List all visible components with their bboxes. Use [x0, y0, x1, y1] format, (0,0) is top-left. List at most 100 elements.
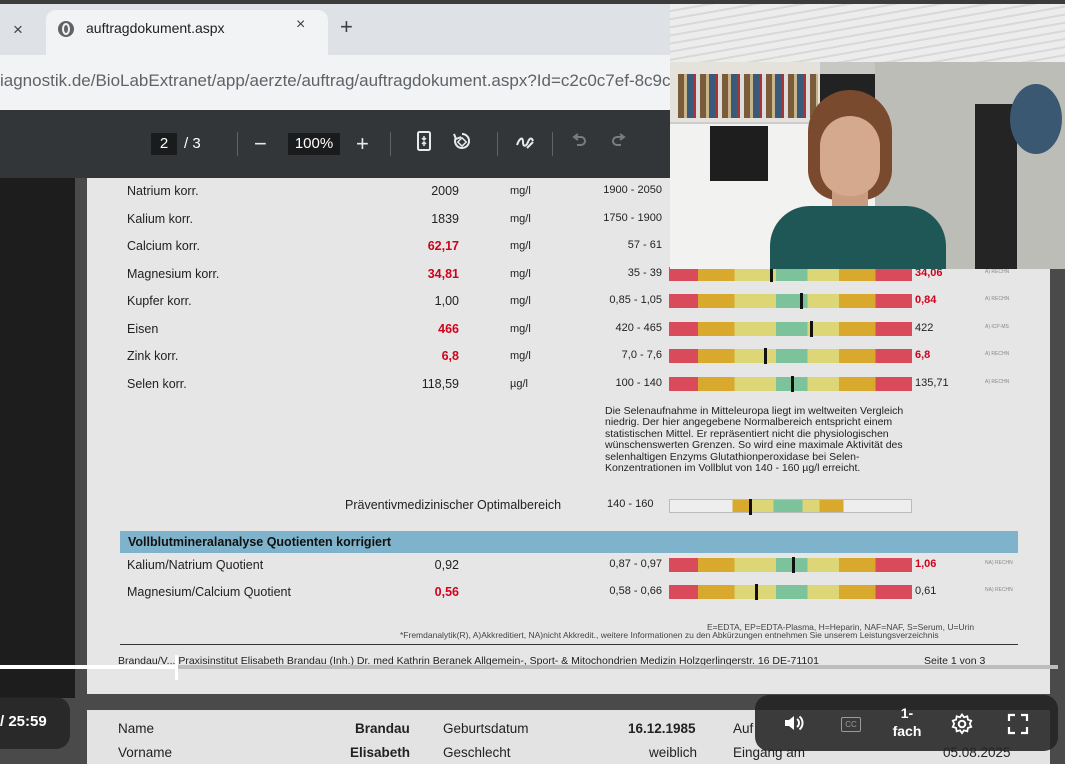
quotient-value: 0,92: [434, 558, 459, 572]
toolbar-divider: [552, 132, 553, 156]
toolbar-divider: [390, 132, 391, 156]
sex-label: Geschlecht: [443, 745, 511, 760]
result-previous-value: 135,71: [915, 377, 949, 389]
result-name: Calcium korr.: [127, 239, 200, 253]
result-unit: µg/l: [510, 378, 528, 390]
result-row: Kupfer korr. 1,00 mg/l 0,85 - 1,05 0,84 A) RE…: [87, 288, 1050, 315]
quotient-method: NA) RECHN: [985, 587, 1013, 593]
result-row: Eisen 466 mg/l 420 - 465 422 A) ICP-MS: [87, 316, 1050, 343]
result-marker: [763, 348, 767, 364]
result-name: Zink korr.: [127, 349, 179, 363]
sidebar-area: [0, 178, 75, 698]
result-range: 1750 - 1900: [603, 212, 662, 224]
result-value: 466: [438, 322, 459, 336]
quotient-row: Kalium/Natrium Quotient 0,92 0,87 - 0,97 1,…: [87, 552, 1050, 579]
optimal-range-value: 140 - 160: [607, 498, 654, 510]
result-range: 57 - 61: [627, 239, 662, 251]
optimal-range-bar: [669, 499, 912, 515]
page-number-input[interactable]: 2: [151, 133, 177, 155]
result-name: Kupfer korr.: [127, 294, 192, 308]
fullscreen-icon[interactable]: [1007, 713, 1029, 740]
firstname-value: Elisabeth: [350, 745, 411, 760]
selen-note: Die Selenaufnahme in Mitteleuropa liegt …: [605, 405, 904, 475]
result-row: Zink korr. 6,8 mg/l 7,0 - 7,6 6,8 A) RECHN: [87, 343, 1050, 370]
result-unit: mg/l: [510, 323, 531, 335]
fit-page-icon[interactable]: [414, 130, 434, 160]
captions-button[interactable]: CC: [841, 717, 861, 732]
result-name: Natrium korr.: [127, 184, 199, 198]
exercise-ball: [1010, 84, 1062, 154]
result-name: Kalium korr.: [127, 212, 193, 226]
ceiling: [670, 4, 1065, 62]
active-tab[interactable]: auftragdokument.aspx ×: [46, 10, 328, 55]
result-range: 35 - 39: [627, 267, 662, 279]
result-previous-value: 0,84: [915, 294, 937, 306]
result-range-bar: [669, 376, 912, 392]
globe-icon: [58, 21, 74, 37]
quotient-marker: [755, 584, 759, 600]
storage-box: [710, 126, 768, 181]
presenter-shirt: [770, 206, 946, 269]
name-label: Name: [118, 721, 155, 736]
url-text[interactable]: iagnostik.de/BioLabExtranet/app/aerzte/a…: [0, 71, 671, 91]
result-marker: [800, 293, 804, 309]
new-tab-button[interactable]: +: [340, 14, 353, 40]
rotate-icon[interactable]: [451, 130, 473, 160]
sex-value: weiblich: [649, 745, 698, 760]
divider: [120, 644, 1018, 645]
previous-tab-close-button[interactable]: ×: [6, 18, 30, 42]
result-previous-value: 6,8: [915, 349, 931, 361]
result-marker: [790, 376, 794, 392]
tab-close-button[interactable]: ×: [296, 16, 305, 34]
result-range: 420 - 465: [615, 322, 662, 334]
result-unit: mg/l: [510, 268, 531, 280]
toolbar-divider: [497, 132, 498, 156]
zoom-level-input[interactable]: 100%: [288, 133, 340, 155]
quotient-marker: [791, 557, 795, 573]
pdf-toolbar: 2 / 3 − 100% +: [0, 110, 670, 178]
result-range-bar: [669, 321, 912, 337]
duration-text: / 25:59: [0, 713, 47, 730]
result-method: A) ICP-MS: [985, 324, 1009, 330]
toolbar-divider: [237, 132, 238, 156]
zoom-in-button[interactable]: +: [356, 130, 369, 158]
zoom-out-button[interactable]: −: [254, 130, 267, 158]
result-previous-value: 422: [915, 322, 934, 334]
name-value: Brandau: [355, 721, 410, 736]
result-unit: mg/l: [510, 240, 531, 252]
presenter-face: [820, 116, 880, 196]
legend-line: *Fremdanalytik(R), A)Akkreditiert, NA)ni…: [400, 630, 939, 640]
result-unit: mg/l: [510, 350, 531, 362]
result-range-bar: [669, 266, 912, 282]
seek-bar-progress: [0, 665, 176, 669]
result-name: Eisen: [127, 322, 159, 336]
auftrag-label: Auf: [733, 721, 754, 736]
result-range: 100 - 140: [615, 377, 662, 389]
playback-speed-button[interactable]: 1- fach: [885, 704, 929, 740]
page-total: / 3: [184, 135, 201, 152]
volume-icon[interactable]: [783, 713, 805, 738]
quotient-range: 0,58 - 0,66: [609, 585, 662, 597]
quotient-method: NA) RECHN: [985, 560, 1013, 566]
quotient-row: Magnesium/Calcium Quotient 0,56 0,58 - 0,6…: [87, 579, 1050, 606]
gear-icon[interactable]: [951, 712, 973, 740]
result-marker: [810, 321, 814, 337]
books: [678, 74, 818, 118]
result-range: 1900 - 2050: [603, 184, 662, 196]
result-value: 2009: [431, 184, 459, 198]
redo-icon[interactable]: [610, 130, 628, 158]
result-value: 6,8: [441, 349, 459, 363]
optimal-range-label: Präventivmedizinischer Optimalbereich: [345, 498, 562, 512]
result-value: 62,17: [427, 239, 459, 253]
seek-handle[interactable]: [174, 655, 178, 680]
result-method: A) RECHN: [985, 296, 1010, 302]
quotient-value: 0,56: [434, 585, 459, 599]
draw-icon[interactable]: [514, 130, 536, 160]
quotient-previous-value: 1,06: [915, 558, 937, 570]
undo-icon[interactable]: [570, 130, 588, 158]
birthdate-label: Geburtsdatum: [443, 721, 529, 736]
quotient-name: Magnesium/Calcium Quotient: [127, 585, 291, 599]
result-value: 34,81: [427, 267, 459, 281]
result-range: 0,85 - 1,05: [609, 294, 662, 306]
result-value: 118,59: [421, 377, 459, 391]
